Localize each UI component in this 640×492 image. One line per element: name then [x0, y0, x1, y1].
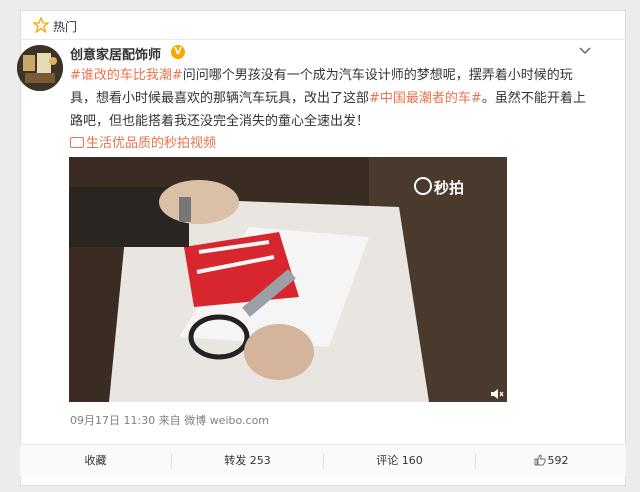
repost-button[interactable]: 转发 253	[172, 445, 323, 477]
topic-tag-link[interactable]: #中国最潮者的车#	[369, 91, 482, 106]
avatar[interactable]	[17, 45, 63, 91]
post-text: #谁改的车比我潮#问问哪个男孩没有一个成为汽车设计师的梦想呢，摆弄着小时候的玩具…	[70, 64, 590, 133]
username-link[interactable]: 创意家居配饰师	[70, 44, 161, 63]
like-count: 592	[547, 454, 569, 467]
star-icon	[33, 17, 49, 33]
video-source-label: 生活优品质的秒拍视频	[86, 136, 217, 151]
verified-badge-icon: V	[171, 45, 185, 59]
post-meta: 09月17日 11:30 来自 微博 weibo.com	[70, 414, 270, 427]
favorite-button[interactable]: 收藏	[20, 445, 171, 477]
thumbs-up-icon	[534, 454, 546, 466]
hot-header: 热门	[21, 11, 625, 40]
video-icon	[70, 137, 84, 148]
topic-tag-link[interactable]: #谁改的车比我潮#	[70, 68, 183, 83]
comment-button[interactable]: 评论 160	[324, 445, 475, 477]
mute-icon[interactable]	[490, 388, 504, 400]
hot-label: 热门	[53, 20, 78, 34]
video-source-link[interactable]: 生活优品质的秒拍视频	[70, 132, 216, 151]
like-button[interactable]: 592	[476, 445, 626, 477]
video-watermark: 秒拍	[434, 179, 465, 197]
action-bar: 收藏 转发 253 评论 160 592	[20, 444, 626, 476]
chevron-down-icon[interactable]	[578, 46, 592, 56]
miaopai-logo-icon	[414, 177, 432, 195]
